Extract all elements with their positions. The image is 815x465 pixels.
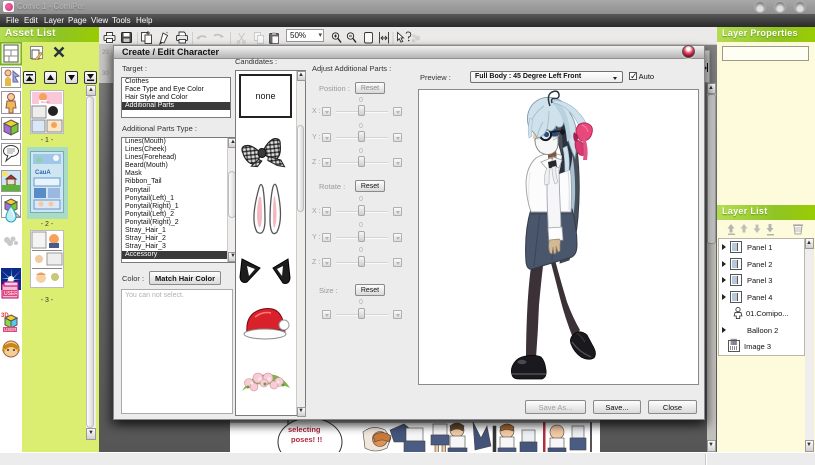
svg-text:poses! !!: poses! !! — [291, 435, 322, 444]
svg-text:selecting: selecting — [288, 425, 321, 434]
svg-text:Comic: Comic — [41, 100, 50, 104]
svg-text:CauA: CauA — [35, 170, 51, 176]
svg-text:USER: USER — [4, 291, 18, 297]
svg-text:USER: USER — [4, 327, 17, 332]
